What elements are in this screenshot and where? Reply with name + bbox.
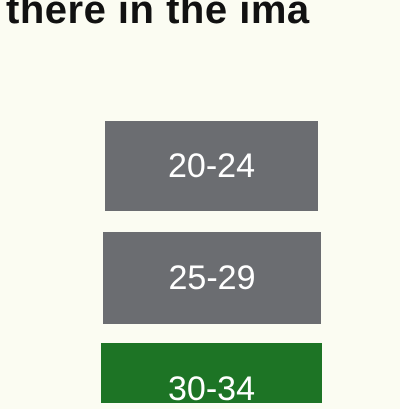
answer-options: 20-24 25-29 30-34 [0,0,400,408]
option-label: 25-29 [168,258,256,297]
option-button-25-29[interactable]: 25-29 [103,232,321,324]
option-button-30-34[interactable]: 30-34 [101,343,322,408]
option-label: 30-34 [168,370,255,408]
option-label: 20-24 [168,146,255,185]
option-button-20-24[interactable]: 20-24 [105,121,318,211]
